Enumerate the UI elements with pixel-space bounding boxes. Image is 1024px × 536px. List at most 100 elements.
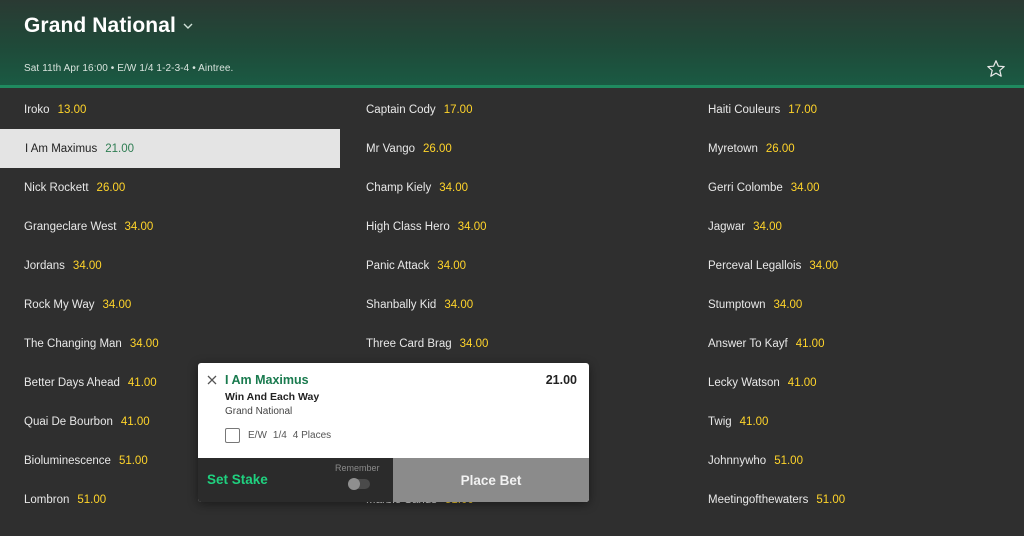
remember-label: Remember [335,463,380,473]
runner-odds[interactable]: 34.00 [73,260,102,272]
runner-odds[interactable]: 26.00 [97,182,126,194]
runner-selection[interactable]: Meetingofthewaters 51.00 [684,480,1024,519]
runner-odds[interactable]: 34.00 [103,299,132,311]
runner-name: Answer To Kayf [708,337,788,350]
each-way-option[interactable]: E/W 1/4 4 Places [225,428,337,443]
runner-selection[interactable]: Stumptown 34.00 [684,285,1024,324]
runner-odds[interactable]: 21.00 [105,143,134,155]
runner-odds[interactable]: 17.00 [788,104,817,116]
runner-odds[interactable]: 51.00 [774,455,803,467]
runner-selection[interactable]: Rock My Way 34.00 [0,285,340,324]
runner-name: Mr Vango [366,142,416,155]
betslip: I Am Maximus 21.00 Win And Each Way Gran… [198,363,589,502]
runner-odds[interactable]: 34.00 [444,299,473,311]
runner-name: Quai De Bourbon [24,415,113,428]
runner-odds[interactable]: 34.00 [124,221,153,233]
runner-selection[interactable]: High Class Hero 34.00 [342,207,684,246]
betslip-actions: Set Stake Remember Place Bet [198,458,589,502]
event-title-row[interactable]: Grand National [24,14,194,38]
runner-name: Nick Rockett [24,181,89,194]
runner-name: The Changing Man [24,337,122,350]
runner-odds[interactable]: 34.00 [809,260,838,272]
runner-selection[interactable]: Shanbally Kid 34.00 [342,285,684,324]
runner-name: Iroko [24,103,50,116]
runner-selection[interactable]: The Changing Man 34.00 [0,324,340,363]
runner-odds[interactable]: 34.00 [458,221,487,233]
runner-odds[interactable]: 41.00 [121,416,150,428]
chevron-down-icon[interactable] [182,20,194,32]
runner-odds[interactable]: 34.00 [460,338,489,350]
runner-odds[interactable]: 17.00 [444,104,473,116]
set-stake-label: Set Stake [207,472,268,487]
runner-selection[interactable]: Gerri Colombe 34.00 [684,168,1024,207]
runner-odds[interactable]: 26.00 [766,143,795,155]
each-way-places: 4 Places [292,430,332,441]
close-icon[interactable] [207,375,217,385]
runner-odds[interactable]: 26.00 [423,143,452,155]
runner-selection[interactable]: Grangeclare West 34.00 [0,207,340,246]
runner-selection[interactable]: Answer To Kayf 41.00 [684,324,1024,363]
runner-odds[interactable]: 41.00 [128,377,157,389]
each-way-checkbox[interactable] [225,428,240,443]
runner-name: Gerri Colombe [708,181,783,194]
runner-name: Captain Cody [366,103,436,116]
runner-odds[interactable]: 34.00 [437,260,466,272]
event-meta: Sat 11th Apr 16:00 • E/W 1/4 1-2-3-4 • A… [24,63,234,74]
runner-odds[interactable]: 51.00 [816,494,845,506]
runner-selection[interactable]: Mr Vango 26.00 [342,129,684,168]
runner-selection[interactable]: Jagwar 34.00 [684,207,1024,246]
remember-toggle[interactable] [348,478,370,490]
runner-name: Lecky Watson [708,376,780,389]
runner-odds[interactable]: 13.00 [58,104,87,116]
toggle-knob [348,478,360,490]
each-way-label: E/W [248,430,267,441]
betslip-event: Grand National [225,406,293,417]
event-header: Grand National Sat 11th Apr 16:00 • E/W … [0,0,1024,88]
betslip-market: Win And Each Way [225,391,320,403]
runner-name: I Am Maximus [25,142,98,155]
runner-name: Lombron [24,493,70,506]
runner-odds[interactable]: 34.00 [753,221,782,233]
runner-selection[interactable]: Myretown 26.00 [684,129,1024,168]
runner-selection[interactable]: I Am Maximus 21.00 [0,129,340,168]
runner-odds[interactable]: 34.00 [791,182,820,194]
runner-name: Meetingofthewaters [708,493,809,506]
runner-name: Haiti Couleurs [708,103,781,116]
set-stake-button[interactable]: Set Stake Remember [198,458,393,502]
page-title[interactable]: Grand National [24,14,176,38]
runner-name: Grangeclare West [24,220,117,233]
runner-selection[interactable]: Panic Attack 34.00 [342,246,684,285]
runner-odds[interactable]: 41.00 [740,416,769,428]
runner-selection[interactable]: Jordans 34.00 [0,246,340,285]
runner-selection[interactable]: Captain Cody 17.00 [342,90,684,129]
runner-selection[interactable]: Champ Kiely 34.00 [342,168,684,207]
runner-name: Shanbally Kid [366,298,437,311]
runner-selection[interactable]: Three Card Brag 34.00 [342,324,684,363]
runner-odds[interactable]: 41.00 [788,377,817,389]
runner-name: High Class Hero [366,220,450,233]
place-bet-button[interactable]: Place Bet [393,458,589,502]
runner-name: Perceval Legallois [708,259,802,272]
star-icon[interactable] [986,59,1006,79]
betslip-odds: 21.00 [545,373,577,387]
runner-selection[interactable]: Haiti Couleurs 17.00 [684,90,1024,129]
runner-selection[interactable]: Iroko 13.00 [0,90,340,129]
runner-name: Three Card Brag [366,337,452,350]
runner-odds[interactable]: 51.00 [119,455,148,467]
runner-name: Myretown [708,142,758,155]
runner-odds[interactable]: 34.00 [774,299,803,311]
runner-name: Twig [708,415,732,428]
runner-odds[interactable]: 51.00 [77,494,106,506]
runner-selection[interactable]: Perceval Legallois 34.00 [684,246,1024,285]
runner-odds[interactable]: 34.00 [439,182,468,194]
runner-name: Bioluminescence [24,454,111,467]
runner-name: Johnnywho [708,454,767,467]
runner-odds[interactable]: 41.00 [796,338,825,350]
runner-name: Better Days Ahead [24,376,120,389]
runner-selection[interactable]: Twig 41.00 [684,402,1024,441]
runner-name: Panic Attack [366,259,430,272]
runner-selection[interactable]: Nick Rockett 26.00 [0,168,340,207]
runner-odds[interactable]: 34.00 [130,338,159,350]
runner-selection[interactable]: Lecky Watson 41.00 [684,363,1024,402]
runner-selection[interactable]: Johnnywho 51.00 [684,441,1024,480]
